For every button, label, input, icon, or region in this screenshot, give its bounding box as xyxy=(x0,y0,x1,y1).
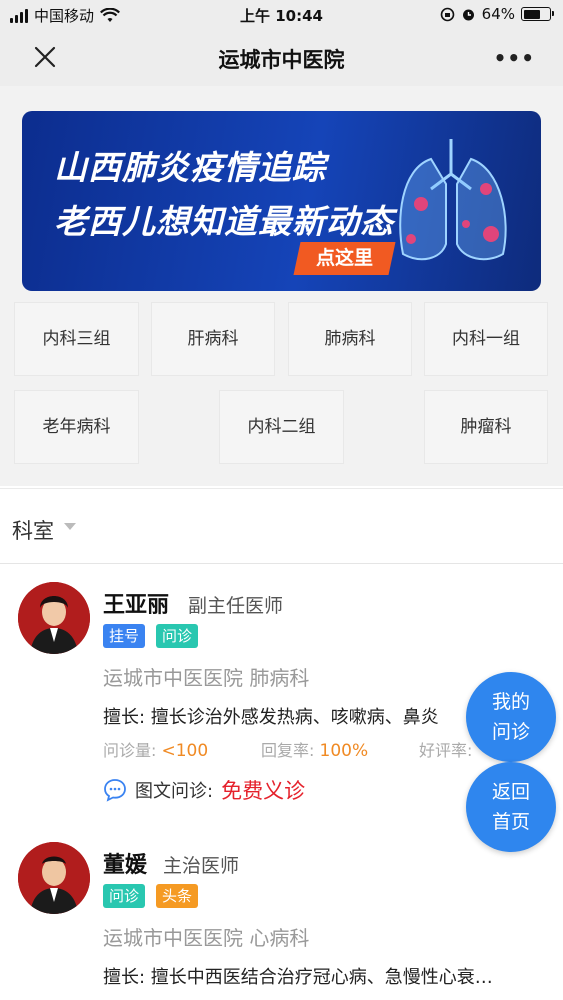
doctor-title: 副主任医师 xyxy=(188,595,284,617)
page-title: 运城市中医院 xyxy=(218,48,345,72)
fab-label-line1: 我的 xyxy=(491,691,530,713)
caret-down-icon xyxy=(64,523,76,530)
status-bar: 上午 10:44 中国移动 64% xyxy=(0,0,563,30)
fab-label-line2: 问诊 xyxy=(491,721,530,743)
chat-bubble-icon xyxy=(104,779,126,802)
avatar xyxy=(18,582,90,654)
tag-consult: 问诊 xyxy=(156,624,199,648)
doctor-card[interactable]: 董媛 主治医师 问诊 头条 运城市中医医院 心病科 擅长: 擅长中西医结合治疗冠… xyxy=(0,825,563,1000)
reply-rate: 回复率: 100% xyxy=(261,741,369,761)
fab-label-line2: 首页 xyxy=(491,811,530,833)
lungs-illustration xyxy=(399,139,507,261)
more-options-icon[interactable]: ••• xyxy=(494,46,535,70)
battery-icon xyxy=(521,7,554,21)
doctor-hospital: 运城市中医医院 肺病科 xyxy=(103,666,310,690)
banner-cta-button[interactable]: 点这里 xyxy=(293,242,396,275)
consult-option[interactable]: 图文问诊: 免费义诊 xyxy=(103,775,305,805)
dept-button-1[interactable]: 内科三组 xyxy=(14,302,139,376)
filter-label: 科室 xyxy=(12,519,54,543)
consult-price: 免费义诊 xyxy=(221,779,306,803)
battery-level xyxy=(523,9,540,19)
banner-headline: 山西肺炎疫情追踪 xyxy=(54,148,326,187)
dept-button-6[interactable]: 内科二组 xyxy=(219,390,344,464)
avatar xyxy=(18,842,90,914)
carrier-label: 中国移动 xyxy=(34,7,95,25)
consult-type: 图文问诊: xyxy=(135,781,214,802)
back-home-button[interactable]: 返回 首页 xyxy=(466,762,556,852)
promo-banner[interactable]: 山西肺炎疫情追踪 老西儿想知道最新动态 点这里 xyxy=(22,111,541,291)
doctor-title: 主治医师 xyxy=(163,855,240,877)
rotation-lock-icon xyxy=(440,7,454,21)
alarm-icon xyxy=(462,9,474,20)
tag-consult: 问诊 xyxy=(103,884,146,908)
tag-appointment: 挂号 xyxy=(103,624,146,648)
rating-rate: 好评率: xyxy=(419,741,473,760)
my-consultations-button[interactable]: 我的 问诊 xyxy=(466,672,556,762)
wifi-icon xyxy=(100,7,120,22)
dept-button-5[interactable]: 老年病科 xyxy=(14,390,139,464)
battery-percent: 64% xyxy=(481,5,515,23)
fab-label-line1: 返回 xyxy=(491,781,530,803)
doctor-name: 董媛 xyxy=(103,853,148,878)
dept-button-4[interactable]: 内科一组 xyxy=(424,302,548,376)
tag-headline: 头条 xyxy=(156,884,199,908)
banner-subheadline: 老西儿想知道最新动态 xyxy=(54,202,394,241)
doctor-name: 王亚丽 xyxy=(103,593,170,618)
dept-button-3[interactable]: 肺病科 xyxy=(288,302,412,376)
dept-button-7[interactable]: 肿瘤科 xyxy=(424,390,548,464)
signal-icon xyxy=(10,8,28,23)
doctor-hospital: 运城市中医医院 心病科 xyxy=(103,926,310,950)
banner-cta-label: 点这里 xyxy=(315,247,373,269)
nav-bar: 运城市中医院 ••• xyxy=(0,30,563,86)
consult-count: 问诊量: <100 xyxy=(103,741,209,761)
doctor-specialty: 擅长: 擅长中西医结合治疗冠心病、急慢性心衰… xyxy=(103,967,493,988)
department-filter[interactable]: 科室 xyxy=(0,489,563,564)
dept-button-2[interactable]: 肝病科 xyxy=(151,302,275,376)
